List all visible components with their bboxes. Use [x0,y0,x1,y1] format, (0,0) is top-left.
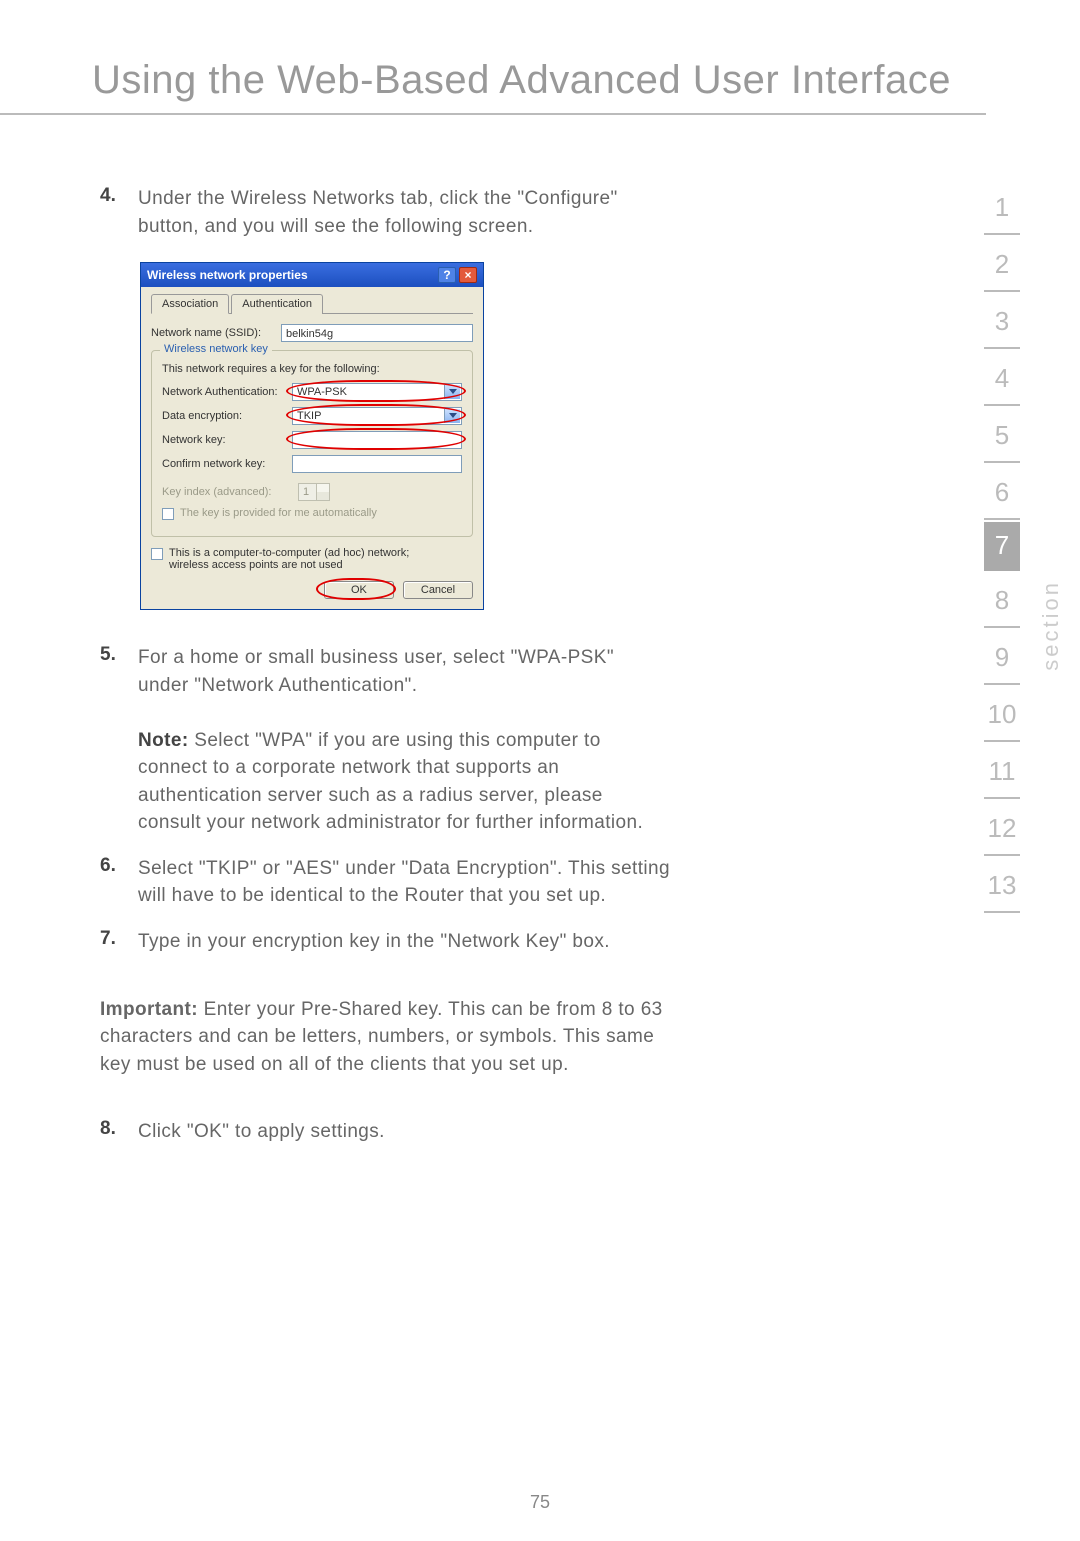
data-encryption-select[interactable]: TKIP [292,407,462,425]
wireless-properties-dialog: Wireless network properties ? × Associat… [140,262,484,610]
ssid-input[interactable]: belkin54g [281,324,473,342]
step-number: 5. [100,644,138,837]
data-encryption-label: Data encryption: [162,410,292,422]
note-label: Note: [138,730,189,751]
network-auth-label: Network Authentication: [162,386,292,398]
key-index-spinner: 1 [298,483,330,501]
network-key-input[interactable] [292,431,462,449]
step-number: 6. [100,855,138,910]
section-nav-item[interactable]: 5 [984,408,1020,463]
page-number: 75 [0,1492,1080,1513]
section-nav-item[interactable]: 4 [984,351,1020,406]
section-nav-item[interactable]: 12 [984,801,1020,856]
chevron-down-icon [449,413,457,418]
section-nav-item[interactable]: 10 [984,687,1020,742]
step-text: Under the Wireless Networks tab, click t… [138,185,670,240]
section-nav: 1 2 3 4 5 6 7 8 9 10 11 12 13 [974,180,1030,915]
section-nav-item[interactable]: 1 [984,180,1020,235]
cancel-button[interactable]: Cancel [403,581,473,599]
section-nav-item[interactable]: 6 [984,465,1020,520]
adhoc-label: This is a computer-to-computer (ad hoc) … [169,547,449,571]
step-text: Type in your encryption key in the "Netw… [138,928,670,956]
key-index-label: Key index (advanced): [162,486,292,498]
step-text: For a home or small business user, selec… [138,647,614,696]
section-nav-item[interactable]: 13 [984,858,1020,913]
step-text: Click "OK" to apply settings. [138,1118,670,1146]
section-nav-item[interactable]: 2 [984,237,1020,292]
section-nav-item-active[interactable]: 7 [984,522,1020,571]
dialog-titlebar: Wireless network properties ? × [141,263,483,287]
auto-key-label: The key is provided for me automatically [180,507,377,519]
step-text: Select "TKIP" or "AES" under "Data Encry… [138,855,670,910]
section-nav-item[interactable]: 11 [984,744,1020,799]
step-number: 8. [100,1118,138,1146]
tab-association[interactable]: Association [151,294,229,314]
auto-key-checkbox [162,508,174,520]
adhoc-checkbox[interactable] [151,548,163,560]
network-auth-select[interactable]: WPA-PSK [292,383,462,401]
dialog-title: Wireless network properties [147,268,435,282]
section-nav-item[interactable]: 9 [984,630,1020,685]
confirm-key-input[interactable] [292,455,462,473]
confirm-key-label: Confirm network key: [162,458,292,470]
tab-authentication[interactable]: Authentication [231,294,323,314]
section-label-vertical: section [1038,580,1064,671]
fieldset-legend: Wireless network key [160,343,272,355]
help-icon[interactable]: ? [438,267,456,283]
note-text: Select "WPA" if you are using this compu… [138,730,643,834]
page-title: Using the Web-Based Advanced User Interf… [0,0,986,115]
network-key-label: Network key: [162,434,292,446]
section-nav-item[interactable]: 3 [984,294,1020,349]
close-icon[interactable]: × [459,267,477,283]
step-number: 4. [100,185,138,240]
ok-button[interactable]: OK [324,581,394,599]
step-number: 7. [100,928,138,956]
chevron-down-icon [449,389,457,394]
fieldset-intro: This network requires a key for the foll… [162,363,462,375]
ssid-label: Network name (SSID): [151,327,281,339]
section-nav-item[interactable]: 8 [984,573,1020,628]
important-label: Important: [100,999,198,1020]
